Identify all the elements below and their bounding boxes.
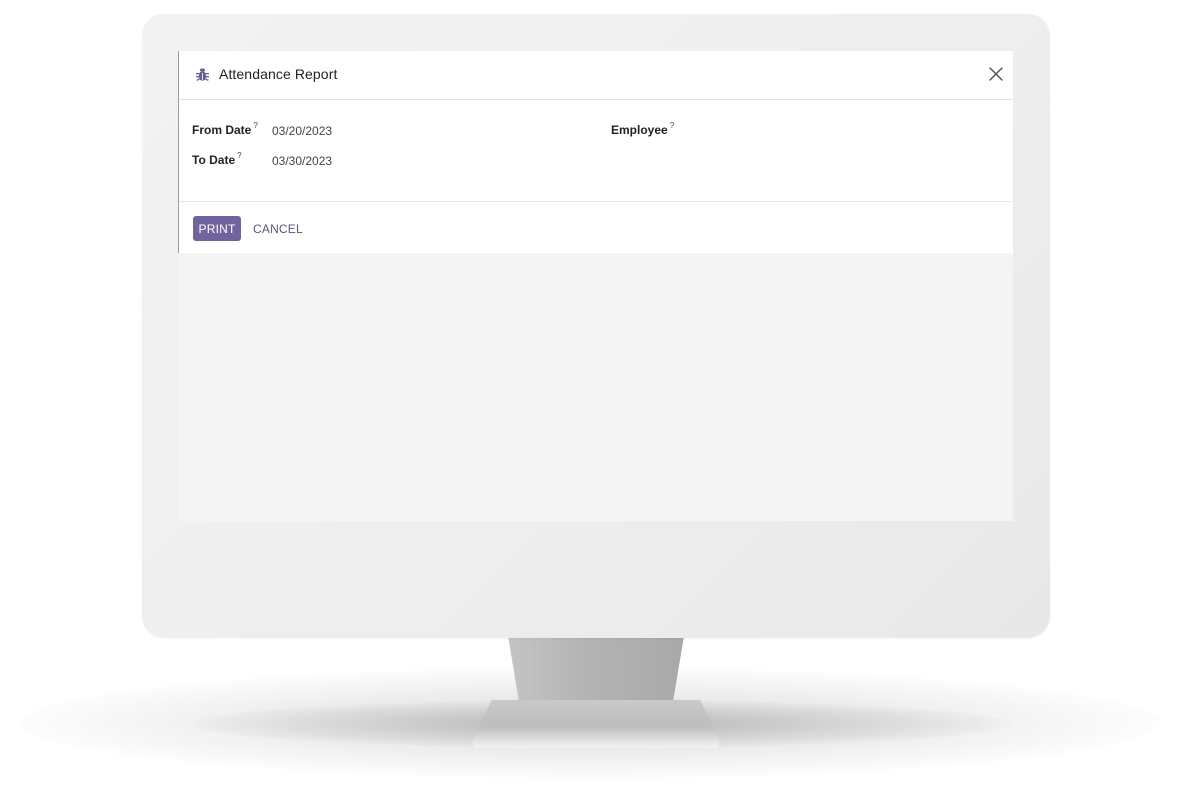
print-button[interactable]: PRINT [193, 216, 241, 241]
from-date-field[interactable]: 03/20/2023 [272, 124, 332, 138]
to-date-field[interactable]: 03/30/2023 [272, 154, 332, 168]
dialog-body: From Date? 03/20/2023 To Date? 03/30/202… [179, 100, 1013, 202]
employee-help-icon[interactable]: ? [670, 121, 674, 130]
attendance-report-dialog: Attendance Report From Date? 03/20/2023 … [178, 51, 1013, 253]
to-date-help-icon[interactable]: ? [237, 151, 241, 160]
dialog-title: Attendance Report [219, 66, 338, 82]
monitor-screen: Attendance Report From Date? 03/20/2023 … [178, 51, 1013, 521]
cancel-button[interactable]: CANCEL [247, 216, 309, 241]
to-date-label: To Date? [192, 151, 242, 167]
dialog-footer: PRINT CANCEL [179, 202, 1013, 254]
employee-field[interactable] [691, 124, 991, 140]
close-icon[interactable] [988, 66, 1004, 82]
monitor-stand-base [472, 700, 720, 748]
from-date-label-text: From Date [192, 123, 252, 137]
employee-label: Employee? [611, 121, 674, 137]
employee-label-text: Employee [611, 123, 668, 137]
from-date-label: From Date? [192, 121, 258, 137]
bug-icon [196, 68, 209, 81]
dialog-header: Attendance Report [179, 51, 1013, 100]
from-date-help-icon[interactable]: ? [253, 121, 257, 130]
to-date-label-text: To Date [192, 153, 236, 167]
scene: Attendance Report From Date? 03/20/2023 … [0, 0, 1200, 800]
